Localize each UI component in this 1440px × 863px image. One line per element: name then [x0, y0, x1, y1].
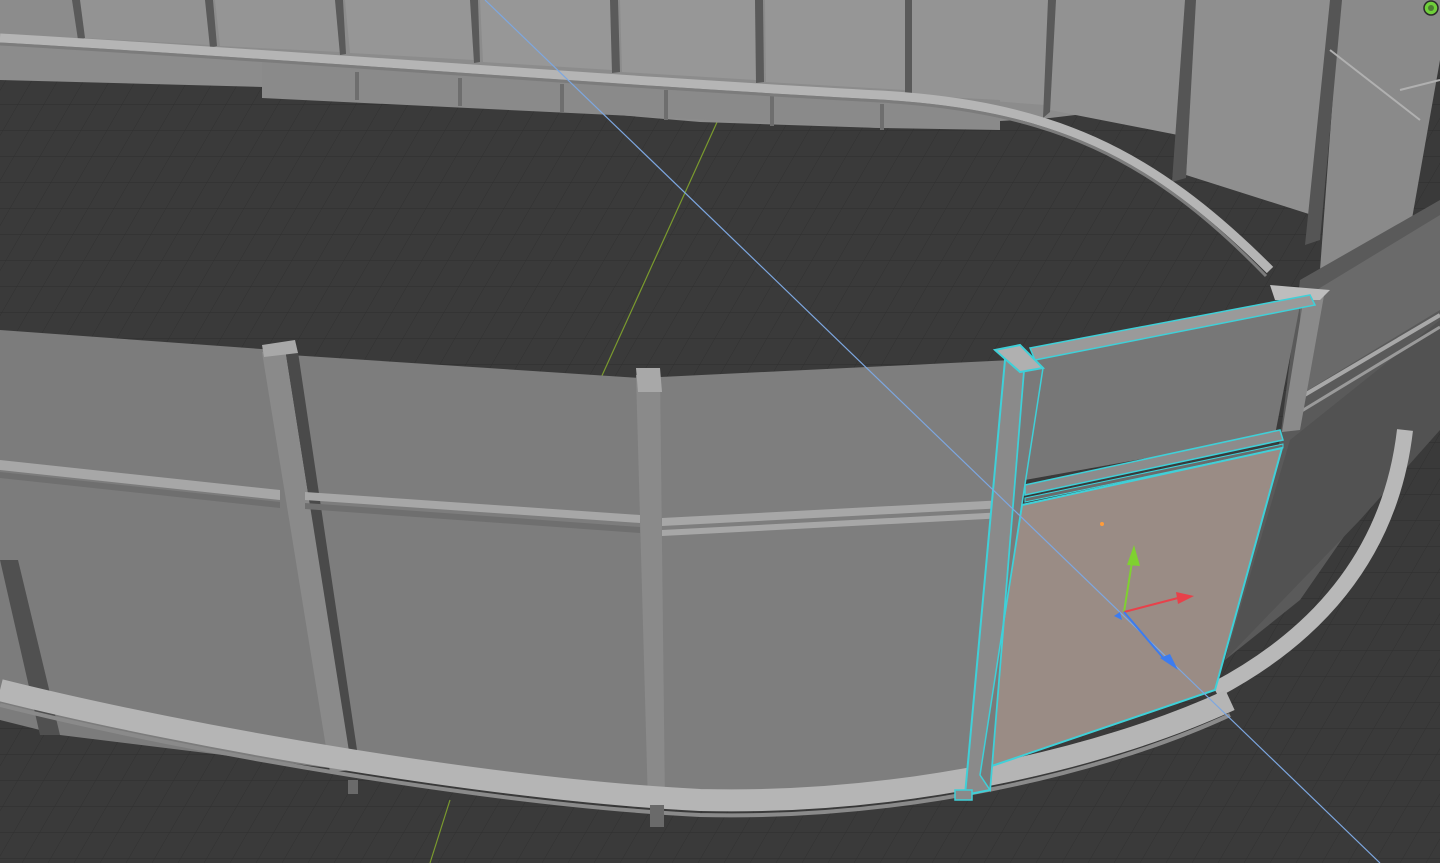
navigation-orb-icon[interactable]: [1423, 0, 1439, 16]
origin-dot: [1100, 522, 1104, 526]
3d-viewport[interactable]: [0, 0, 1440, 863]
